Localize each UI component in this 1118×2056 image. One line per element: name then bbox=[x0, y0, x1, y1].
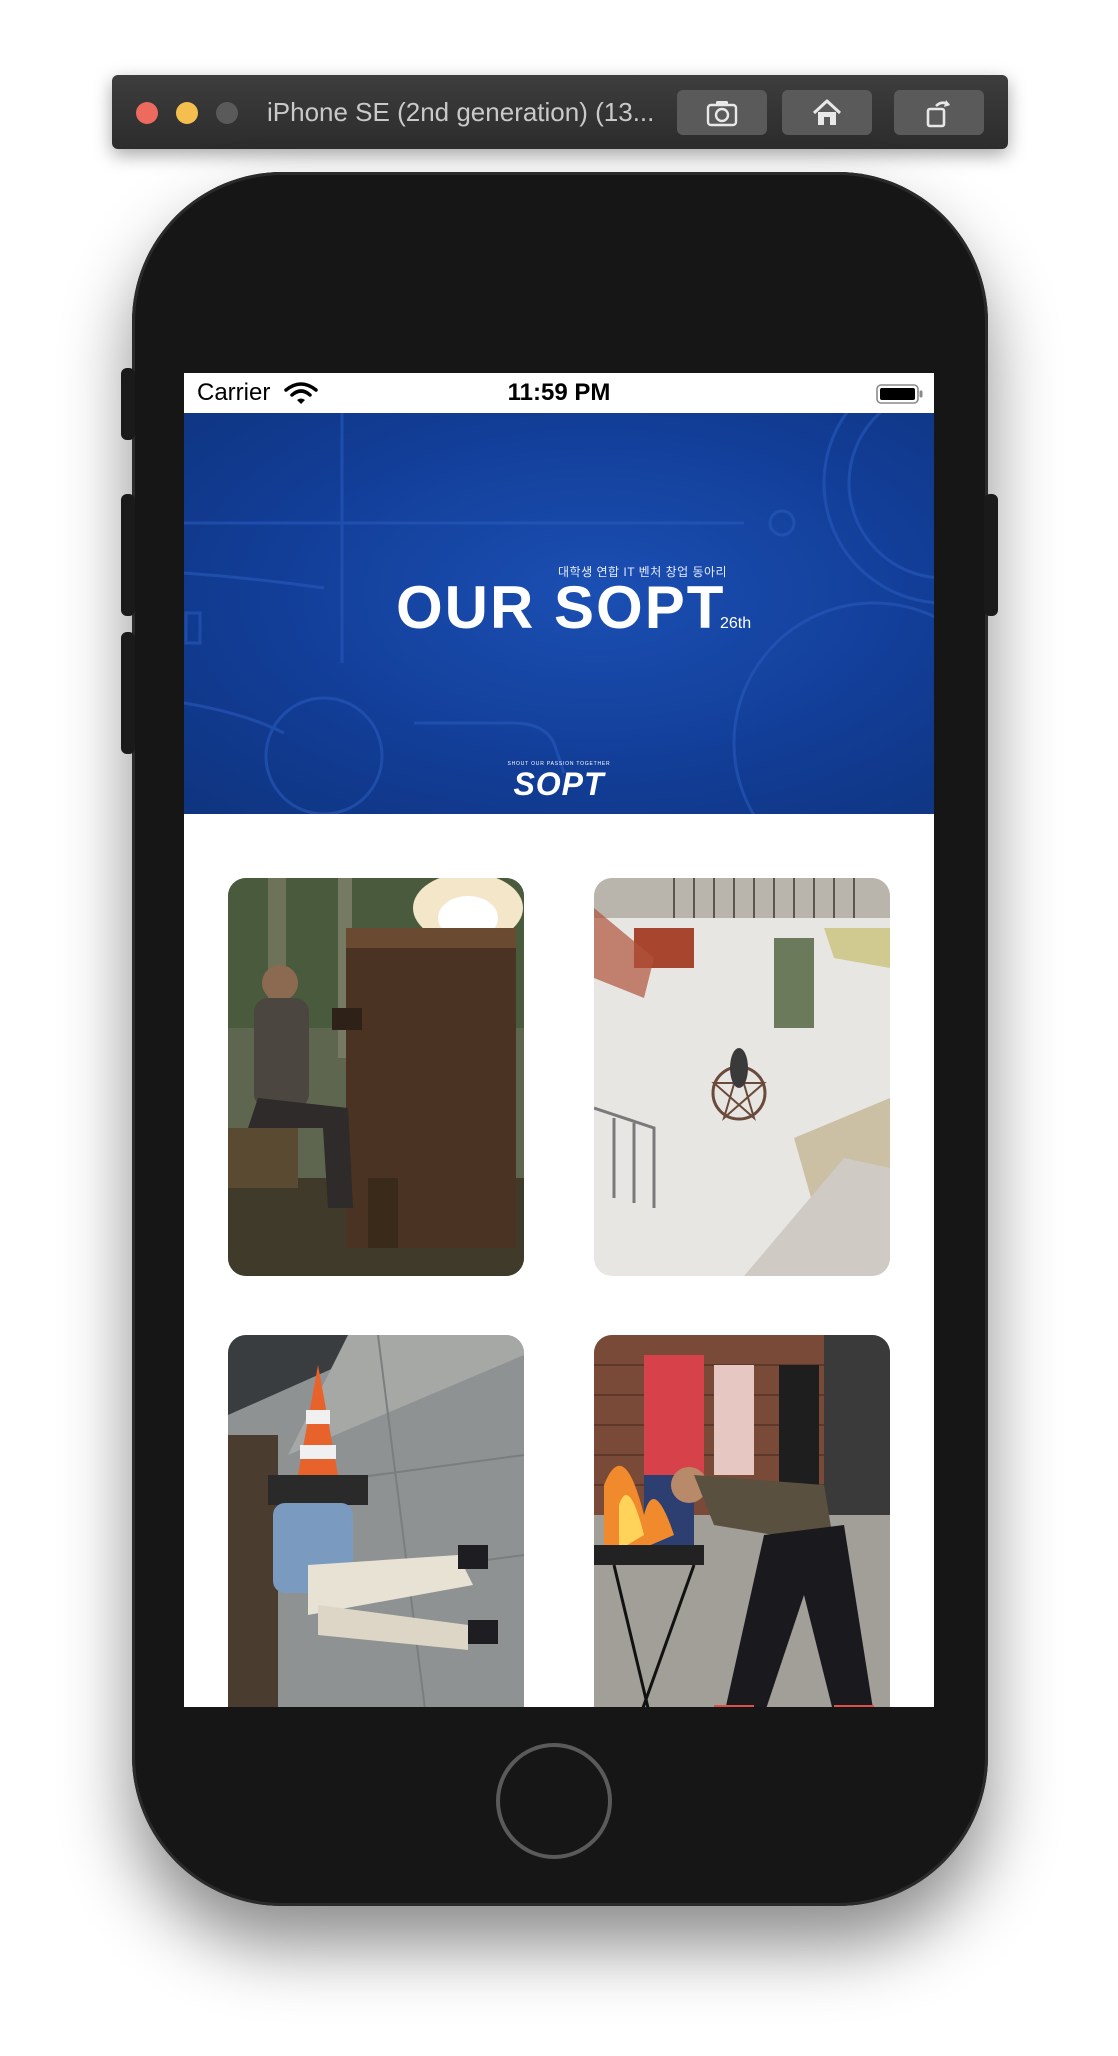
status-time: 11:59 PM bbox=[507, 379, 611, 406]
minimize-window-button[interactable] bbox=[176, 102, 198, 124]
banner-edition: 26th bbox=[720, 615, 752, 632]
device-screen: Carrier 11:59 PM 대학생 연합 IT 벤처 창업 동아리 OUR… bbox=[184, 373, 934, 1707]
sopt-logo: SOPT bbox=[513, 766, 605, 802]
rotate-icon bbox=[926, 99, 950, 127]
close-window-button[interactable] bbox=[136, 102, 158, 124]
volume-down-button bbox=[121, 632, 135, 754]
photo-card-snow-playground[interactable] bbox=[594, 878, 890, 1276]
zoom-window-button[interactable] bbox=[216, 102, 238, 124]
home-icon bbox=[812, 99, 842, 125]
device-home-button[interactable] bbox=[496, 1743, 612, 1859]
battery-icon bbox=[876, 384, 923, 404]
snow-playground-photo bbox=[594, 878, 890, 1276]
photo-card-grill-fire[interactable] bbox=[594, 1335, 890, 1707]
power-button bbox=[984, 494, 998, 616]
traffic-cone-photo bbox=[228, 1335, 524, 1707]
photo-card-piano[interactable] bbox=[228, 878, 524, 1276]
simulator-toolbar: iPhone SE (2nd generation) (13... bbox=[112, 75, 1008, 149]
screenshot-button[interactable] bbox=[677, 90, 767, 135]
status-bar: Carrier 11:59 PM bbox=[184, 373, 934, 413]
camera-icon bbox=[706, 100, 738, 126]
grill-fire-photo bbox=[594, 1335, 890, 1707]
home-toolbar-button[interactable] bbox=[782, 90, 872, 135]
piano-photo bbox=[228, 878, 524, 1276]
silent-switch bbox=[121, 368, 135, 440]
photo-grid bbox=[184, 814, 934, 1707]
photo-card-traffic-cone[interactable] bbox=[228, 1335, 524, 1707]
banner-title: OUR SOPT bbox=[396, 574, 726, 641]
sopt-banner: 대학생 연합 IT 벤처 창업 동아리 OUR SOPT 26th SHOUT … bbox=[184, 413, 934, 814]
rotate-button[interactable] bbox=[894, 90, 984, 135]
volume-up-button bbox=[121, 494, 135, 616]
